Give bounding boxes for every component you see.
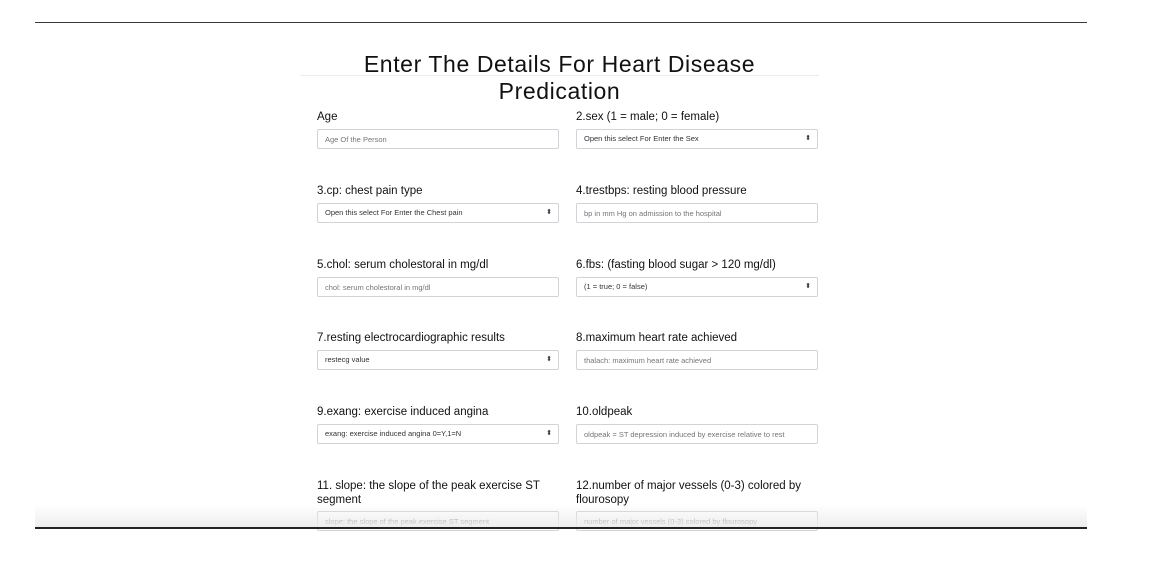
select-caret-icon: ⬍ xyxy=(546,356,552,363)
select-caret-icon: ⬍ xyxy=(546,430,552,437)
exang-select-value: exang: exercise induced angina 0=Y,1=N xyxy=(325,429,462,438)
chest-pain-select[interactable]: Open this select For Enter the Chest pai… xyxy=(317,203,559,223)
trestbps-label: 4.trestbps: resting blood pressure xyxy=(576,185,747,197)
restecg-select-value: restecg value xyxy=(325,355,370,364)
scroll-shadow xyxy=(35,505,1087,527)
field-restecg: 7.resting electrocardiographic results r… xyxy=(317,331,559,370)
sex-select-value: Open this select For Enter the Sex xyxy=(584,134,699,143)
trestbps-input[interactable] xyxy=(576,203,818,223)
fbs-label: 6.fbs: (fasting blood sugar > 120 mg/dl) xyxy=(576,259,776,271)
chol-label: 5.chol: serum cholestoral in mg/dl xyxy=(317,259,489,271)
ca-label: 12.number of major vessels (0-3) colored… xyxy=(576,480,801,506)
field-cp: 3.cp: chest pain type Open this select F… xyxy=(317,184,559,223)
age-input[interactable] xyxy=(317,129,559,149)
age-label: Age xyxy=(317,111,338,123)
exang-select[interactable]: exang: exercise induced angina 0=Y,1=N ⬍ xyxy=(317,424,559,444)
oldpeak-label: 10.oldpeak xyxy=(576,406,633,418)
field-trestbps: 4.trestbps: resting blood pressure xyxy=(576,184,818,223)
sex-select[interactable]: Open this select For Enter the Sex ⬍ xyxy=(576,129,818,149)
thalach-input[interactable] xyxy=(576,350,818,370)
chol-input[interactable] xyxy=(317,277,559,297)
field-slope: 11. slope: the slope of the peak exercis… xyxy=(317,479,559,531)
select-caret-icon: ⬍ xyxy=(805,283,811,290)
page-title: Enter The Details For Heart Disease Pred… xyxy=(363,51,756,105)
title-divider xyxy=(300,75,819,76)
field-thalach: 8.maximum heart rate achieved xyxy=(576,331,818,370)
oldpeak-input[interactable] xyxy=(576,424,818,444)
select-caret-icon: ⬍ xyxy=(805,135,811,142)
select-caret-icon: ⬍ xyxy=(546,209,552,216)
fbs-select-value: (1 = true; 0 = false) xyxy=(584,282,648,291)
field-age: Age xyxy=(317,110,559,149)
thalach-label: 8.maximum heart rate achieved xyxy=(576,332,738,344)
top-divider xyxy=(35,22,1087,23)
chest-pain-select-value: Open this select For Enter the Chest pai… xyxy=(325,208,463,217)
field-fbs: 6.fbs: (fasting blood sugar > 120 mg/dl)… xyxy=(576,258,818,297)
fbs-select[interactable]: (1 = true; 0 = false) ⬍ xyxy=(576,277,818,297)
cp-label: 3.cp: chest pain type xyxy=(317,185,423,197)
restecg-label: 7.resting electrocardiographic results xyxy=(317,332,505,344)
field-oldpeak: 10.oldpeak xyxy=(576,405,818,444)
exang-label: 9.exang: exercise induced angina xyxy=(317,406,489,418)
field-exang: 9.exang: exercise induced angina exang: … xyxy=(317,405,559,444)
field-ca: 12.number of major vessels (0-3) colored… xyxy=(576,479,818,531)
sex-label: 2.sex (1 = male; 0 = female) xyxy=(576,111,720,123)
bottom-divider xyxy=(35,527,1087,529)
field-sex: 2.sex (1 = male; 0 = female) Open this s… xyxy=(576,110,818,149)
field-chol: 5.chol: serum cholestoral in mg/dl xyxy=(317,258,559,297)
restecg-select[interactable]: restecg value ⬍ xyxy=(317,350,559,370)
slope-label: 11. slope: the slope of the peak exercis… xyxy=(317,480,540,506)
